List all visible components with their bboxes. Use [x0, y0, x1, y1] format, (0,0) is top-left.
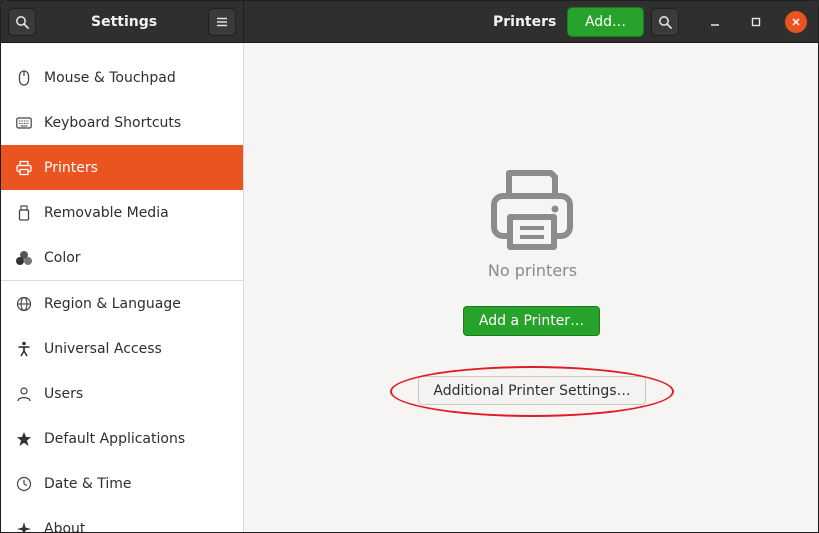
- additional-printer-settings-button[interactable]: Additional Printer Settings…: [418, 376, 646, 405]
- clock-icon: [15, 475, 33, 493]
- sidebar-item-label: Default Applications: [44, 430, 186, 447]
- sidebar-item-label: Removable Media: [44, 204, 169, 221]
- minimize-icon: [711, 24, 719, 26]
- printer-icon: [15, 159, 33, 177]
- panel-title: Printers: [493, 14, 557, 30]
- sidebar-item-removable-media[interactable]: Removable Media: [1, 190, 243, 235]
- headerbar: Settings Printers Add…: [1, 1, 818, 43]
- sidebar-item-date-time[interactable]: Date & Time: [1, 461, 243, 506]
- sidebar-item-keyboard-shortcuts[interactable]: Keyboard Shortcuts: [1, 100, 243, 145]
- maximize-button[interactable]: [745, 11, 767, 33]
- hamburger-icon: [217, 17, 227, 27]
- sidebar-item-label: Date & Time: [44, 475, 132, 492]
- search-icon: [659, 16, 672, 29]
- minimize-button[interactable]: [704, 11, 726, 33]
- sidebar-item-label: Users: [44, 385, 84, 402]
- sidebar-item-universal-access[interactable]: Universal Access: [1, 326, 243, 371]
- users-icon: [15, 385, 33, 403]
- headerbar-divider: [243, 1, 244, 43]
- accessibility-icon: [15, 340, 33, 358]
- sidebar-item-label: About: [44, 520, 86, 533]
- add-printer-button[interactable]: Add a Printer…: [463, 306, 600, 336]
- usb-drive-icon: [15, 204, 33, 222]
- add-button[interactable]: Add…: [567, 7, 644, 37]
- sidebar-item-printers[interactable]: Printers: [1, 145, 243, 190]
- printers-panel: No printers Add a Printer… Additional Pr…: [245, 44, 818, 532]
- sidebar-item-color[interactable]: Color: [1, 235, 243, 280]
- menu-button[interactable]: [208, 8, 236, 36]
- empty-state-text: No printers: [487, 261, 578, 280]
- sidebar-search-button[interactable]: [8, 8, 36, 36]
- sidebar-item-label: Region & Language: [44, 295, 181, 312]
- sidebar-item-about[interactable]: About: [1, 506, 243, 533]
- search-icon: [16, 16, 29, 29]
- sidebar-item-label: Mouse & Touchpad: [44, 69, 176, 86]
- sidebar-item-users[interactable]: Users: [1, 371, 243, 416]
- printer-search-button[interactable]: [651, 8, 679, 36]
- about-icon: [15, 520, 33, 532]
- close-icon: [792, 18, 800, 26]
- maximize-icon: [751, 17, 761, 27]
- sidebar-item-label: Universal Access: [44, 340, 162, 357]
- star-icon: [15, 430, 33, 448]
- sidebar: Mouse & Touchpad Keyboard Shortcuts Prin…: [1, 44, 244, 533]
- sidebar-item-default-applications[interactable]: Default Applications: [1, 416, 243, 461]
- sidebar-item-label: Printers: [44, 159, 98, 176]
- color-icon: [15, 249, 33, 267]
- mouse-icon: [15, 69, 33, 87]
- close-button[interactable]: [785, 11, 807, 33]
- sidebar-item-mouse-touchpad[interactable]: Mouse & Touchpad: [1, 55, 243, 100]
- sidebar-item-label: Keyboard Shortcuts: [44, 114, 182, 131]
- app-title: Settings: [91, 14, 158, 30]
- sidebar-item-region-language[interactable]: Region & Language: [1, 281, 243, 326]
- sidebar-item-label: Color: [44, 249, 81, 266]
- keyboard-icon: [15, 114, 33, 132]
- globe-icon: [15, 295, 33, 313]
- settings-window: Settings Printers Add… Mouse & Touchpad …: [0, 0, 819, 533]
- printer-icon: [491, 170, 573, 250]
